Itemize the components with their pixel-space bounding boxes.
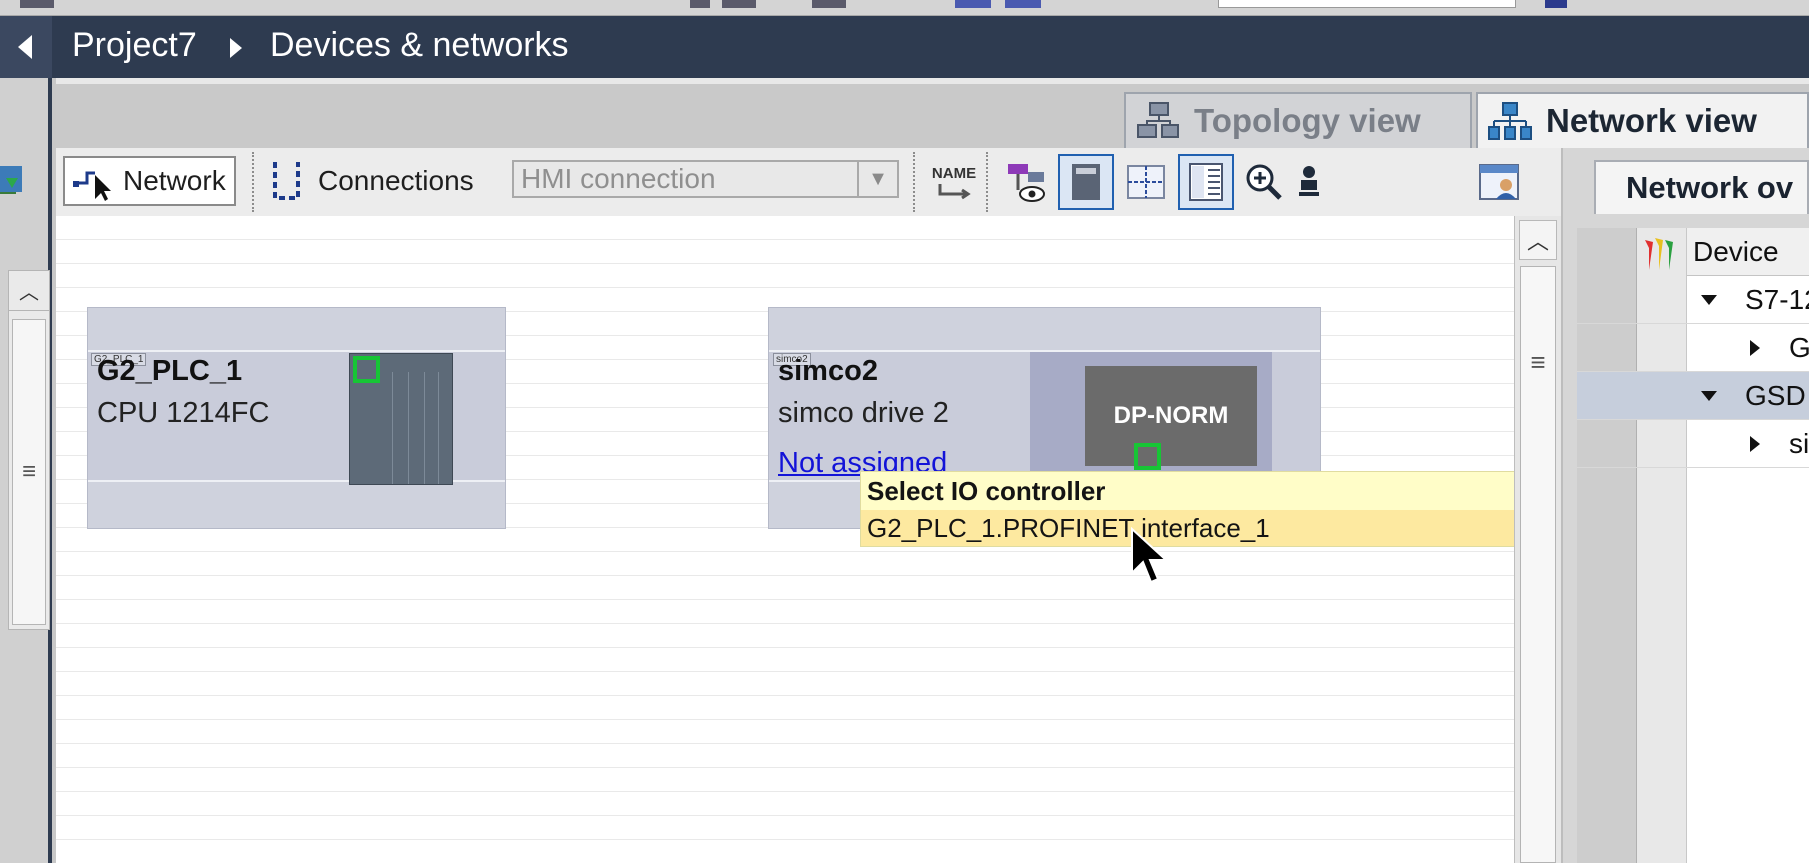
dropdown-arrow-icon[interactable]: ▼ (857, 162, 897, 196)
mouse-cursor-icon (1131, 527, 1169, 584)
row-label: S7-12 (1745, 284, 1809, 315)
save-layout-icon[interactable] (0, 158, 26, 202)
toolbar-icon[interactable] (722, 0, 756, 8)
connection-type-value: HMI connection (521, 163, 716, 194)
row-label: GSD (1745, 380, 1806, 411)
user-settings-button[interactable] (1474, 154, 1524, 210)
overview-row[interactable]: G (1577, 324, 1809, 372)
column-header-device[interactable]: Device (1687, 228, 1809, 276)
main-toolbar-strip (0, 0, 1809, 16)
breadcrumb-project[interactable]: Project7 (72, 26, 197, 65)
toolbar-icon[interactable] (955, 0, 991, 8)
device-type: simco drive 2 (778, 397, 949, 429)
popup-title: Select IO controller (867, 476, 1106, 506)
tab-label: Network view (1546, 102, 1757, 139)
expand-right-icon[interactable] (1745, 434, 1765, 454)
zoom-selection-button[interactable] (1292, 154, 1326, 210)
zoom-in-icon (1246, 164, 1282, 200)
zoom-fit-icon (1299, 166, 1319, 196)
connection-type-select[interactable]: HMI connection ▼ (512, 160, 899, 198)
connections-icon (273, 162, 300, 200)
network-cursor-icon (73, 171, 111, 201)
user-panel-icon (1479, 164, 1519, 200)
select-io-controller-popup: Select IO controller G2_PLC_1.PROFINET i… (860, 471, 1560, 547)
device-name[interactable]: G2_PLC_1 (97, 355, 242, 388)
overview-row[interactable]: si (1577, 420, 1809, 468)
toolbar-separator (913, 152, 916, 212)
tab-network-view[interactable]: Network view (1476, 92, 1809, 148)
show-interface-button[interactable] (998, 154, 1054, 210)
toolbar-icon[interactable] (20, 0, 54, 8)
connections-button[interactable]: Connections (270, 156, 474, 206)
device-frame-icon (1072, 164, 1100, 200)
row-label: G (1789, 332, 1809, 363)
search-field[interactable] (1218, 0, 1516, 8)
row-label: si (1789, 428, 1809, 459)
page-break-button[interactable] (1058, 154, 1114, 210)
toolbar-separator (252, 152, 255, 212)
scroll-thumb[interactable]: ≡ (1520, 266, 1556, 863)
toolbar-icon[interactable] (1005, 0, 1041, 8)
device-type: CPU 1214FC (97, 397, 270, 429)
expand-down-icon[interactable] (1699, 290, 1719, 310)
diagnostics-icon (1645, 238, 1673, 270)
name-icon-text: NAME (931, 164, 977, 182)
zoom-in-button[interactable] (1244, 154, 1284, 210)
name-arrow-icon (938, 183, 971, 199)
network-view-icon (1488, 102, 1532, 140)
tab-network-overview[interactable]: Network ov (1594, 160, 1809, 214)
canvas-scrollbar[interactable]: ︿ ≡ (1514, 216, 1561, 863)
drive-module-image[interactable]: DP-NORM (1085, 366, 1257, 466)
show-names-button[interactable]: NAME (926, 154, 982, 210)
overview-toggle-button[interactable] (1178, 154, 1234, 210)
expand-down-icon[interactable] (1699, 386, 1719, 406)
io-controller-option[interactable]: G2_PLC_1.PROFINET interface_1 (861, 510, 1559, 546)
overview-row[interactable]: S7-12 (1577, 276, 1809, 324)
tab-label: Topology view (1194, 102, 1421, 139)
profibus-port-icon[interactable] (1134, 443, 1161, 470)
breadcrumb-page[interactable]: Devices & networks (270, 26, 569, 65)
network-button-label: Network (123, 165, 226, 196)
network-overview-table: Device S7-12 G GSD si (1577, 228, 1809, 863)
overview-row[interactable]: GSD (1577, 372, 1809, 420)
toolbar-icon[interactable] (812, 0, 846, 8)
grid-button[interactable] (1118, 154, 1174, 210)
toolbar-icon[interactable] (1545, 0, 1567, 8)
table-view-icon (1189, 163, 1223, 201)
toolbar-separator (986, 152, 989, 212)
expand-right-icon[interactable] (1745, 338, 1765, 358)
scroll-up-icon[interactable]: ︿ (1519, 220, 1557, 260)
chevron-left-icon (18, 35, 32, 59)
interface-eye-icon (1008, 164, 1045, 202)
network-mode-button[interactable]: Network (63, 156, 236, 206)
topology-view-icon (1137, 102, 1179, 138)
scroll-up-icon[interactable]: ︿ (9, 271, 49, 311)
breadcrumb-separator-icon (230, 38, 242, 58)
tab-topology-view[interactable]: Topology view (1124, 92, 1472, 148)
toolbar-icon[interactable] (690, 0, 710, 8)
connections-button-label: Connections (318, 165, 474, 196)
grid-icon (1127, 165, 1165, 199)
profinet-port-icon[interactable] (353, 356, 380, 383)
scroll-thumb[interactable]: ≡ (12, 319, 46, 625)
device-name[interactable]: simco2 (778, 355, 878, 388)
back-button[interactable] (0, 16, 52, 78)
left-scrollbar[interactable]: ︿ ≡ (8, 270, 50, 630)
